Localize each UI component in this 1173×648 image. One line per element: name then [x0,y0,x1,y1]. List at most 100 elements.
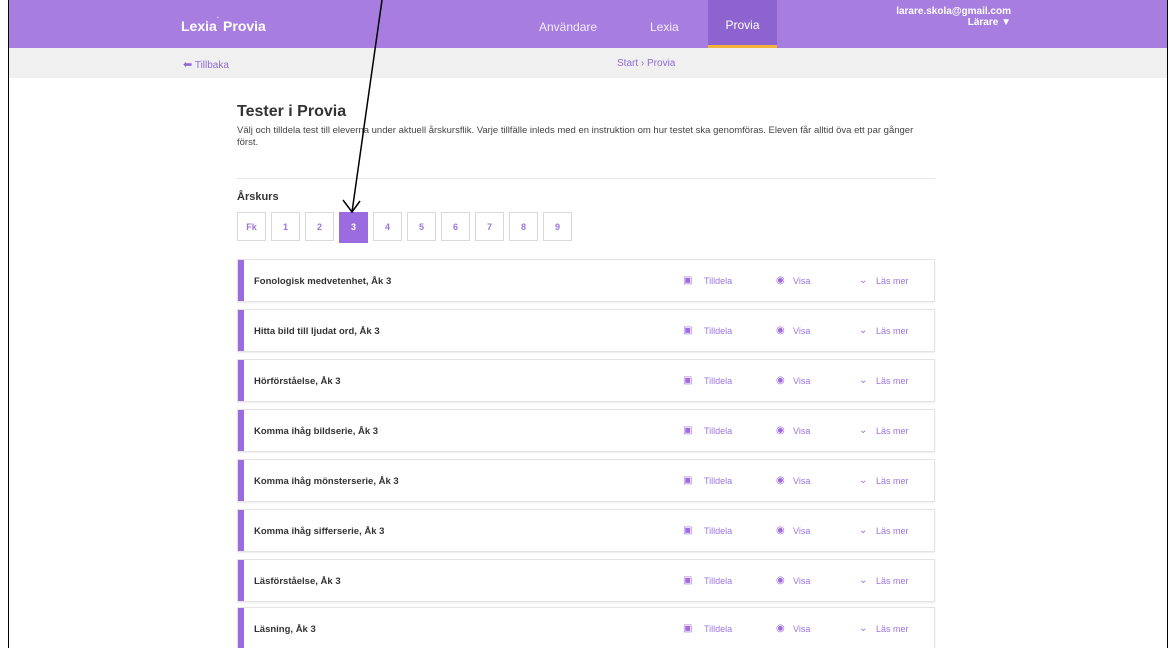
page-frame: Lexia· Provia Användare Lexia Provia lar… [8,0,1168,648]
read-more-button[interactable]: ⌄ Läs mer [859,525,909,536]
test-title: Komma ihåg mönsterserie, Åk 3 [254,476,399,487]
grade-tab-4[interactable]: 4 [373,212,402,241]
read-more-label: Läs mer [876,276,909,286]
test-row: Fonologisk medvetenhet, Åk 3 ▣ Tilldela ◉… [237,259,935,302]
logo-lexia: Lexia [181,18,217,34]
nav-item-anvandare[interactable]: Användare [539,0,597,48]
view-label: Visa [793,376,811,386]
assign-label: Tilldela [704,624,733,634]
read-more-label: Läs mer [876,624,909,634]
eye-icon: ◉ [776,275,785,286]
chevron-down-icon: ⌄ [859,325,868,336]
chevron-down-icon: ⌄ [859,525,868,536]
read-more-button[interactable]: ⌄ Läs mer [859,275,909,286]
assign-person-icon: ▣ [683,425,693,436]
top-navigation-bar: Lexia· Provia Användare Lexia Provia lar… [9,0,1167,48]
assign-label: Tilldela [704,526,733,536]
view-button[interactable]: ◉ Visa [776,325,810,336]
view-button[interactable]: ◉ Visa [776,525,811,536]
test-row: Hitta bild till ljudat ord, Åk 3 ▣ Tillde… [237,309,935,352]
app-logo[interactable]: Lexia· Provia [181,15,266,34]
view-label: Visa [793,576,811,586]
view-button[interactable]: ◉ Visa [776,575,811,586]
assign-person-icon: ▣ [683,525,693,536]
assign-button[interactable]: ▣ Tilldela [683,525,733,536]
chevron-down-icon: ⌄ [859,375,868,386]
assign-label: Tilldela [704,326,733,336]
assign-label: Tilldela [704,476,733,486]
logo-provia: Provia [223,18,266,34]
nav-label: Användare [539,20,598,34]
test-row: Komma ihåg bildserie, Åk 3 ▣ Tilldela ◉ Vi… [237,409,935,452]
assign-button[interactable]: ▣ Tilldela [683,575,732,586]
read-more-label: Läs mer [876,326,909,336]
test-row: Komma ihåg sifferserie, Åk 3 ▣ Tilldela ◉… [237,509,935,552]
grade-tab-8[interactable]: 8 [509,212,538,241]
test-title: Läsning, Åk 3 [254,624,316,635]
nav-item-lexia[interactable]: Lexia [650,0,679,48]
user-menu[interactable]: larare.skola@gmail.com Lärare ▼ [831,6,1011,28]
assign-person-icon: ▣ [683,325,693,336]
page-title: Tester i Provia [237,103,347,120]
eye-icon: ◉ [776,375,785,386]
back-link[interactable]: ⬅ Tillbaka [183,58,229,71]
grade-tab-5[interactable]: 5 [407,212,436,241]
view-button[interactable]: ◉ Visa [776,623,810,634]
test-title: Hitta bild till ljudat ord, Åk 3 [254,326,380,337]
assign-button[interactable]: ▣ Tilldela [683,375,733,386]
read-more-button[interactable]: ⌄ Läs mer [859,325,909,336]
grade-tab-2[interactable]: 2 [305,212,334,241]
eye-icon: ◉ [776,325,785,336]
read-more-button[interactable]: ⌄ Läs mer [859,425,909,436]
grade-tab-fk[interactable]: Fk [237,212,266,241]
test-row: Läsförståelse, Åk 3 ▣ Tilldela ◉ Visa ⌄ Läs… [237,559,935,602]
view-button[interactable]: ◉ Visa [776,375,811,386]
assign-button[interactable]: ▣ Tilldela [683,275,733,286]
test-title: Hörförståelse, Åk 3 [254,376,341,387]
grade-tab-3[interactable]: 3 [339,212,368,243]
read-more-label: Läs mer [876,376,909,386]
view-label: Visa [793,426,811,436]
assign-button[interactable]: ▣ Tilldela [683,325,733,336]
nav-item-provia[interactable]: Provia [708,0,777,48]
test-title: Läsförståelse, Åk 3 [254,576,341,587]
view-label: Visa [793,276,811,286]
eye-icon: ◉ [776,425,785,436]
chevron-down-icon: ⌄ [859,475,868,486]
assign-person-icon: ▣ [683,575,693,586]
read-more-button[interactable]: ⌄ Läs mer [859,575,909,586]
user-role-dropdown[interactable]: Lärare ▼ [831,17,1011,28]
view-label: Visa [793,476,811,486]
view-label: Visa [793,526,811,536]
read-more-button[interactable]: ⌄ Läs mer [859,475,909,486]
assign-button[interactable]: ▣ Tilldela [683,475,733,486]
test-row: Komma ihåg mönsterserie, Åk 3 ▣ Tilldela … [237,459,935,502]
read-more-label: Läs mer [876,426,909,436]
breadcrumb-bar: ⬅ Tillbaka Start › Provia [9,48,1167,78]
assign-button[interactable]: ▣ Tilldela [683,623,733,634]
assign-person-icon: ▣ [683,623,693,634]
assign-button[interactable]: ▣ Tilldela [683,425,733,436]
view-button[interactable]: ◉ Visa [776,275,811,286]
view-button[interactable]: ◉ Visa [776,475,811,486]
grade-tab-6[interactable]: 6 [441,212,470,241]
eye-icon: ◉ [776,623,785,634]
grade-tab-9[interactable]: 9 [543,212,572,241]
chevron-down-icon: ⌄ [859,575,868,586]
assign-label: Tilldela [704,376,733,386]
test-row: Läsning, Åk 3 ▣ Tilldela ◉ Visa ⌄ Läs mer [237,607,935,648]
user-email: larare.skola@gmail.com [896,6,1011,17]
assign-label: Tilldela [704,426,733,436]
back-arrow-icon: ⬅ [183,59,193,71]
logo-mark: · [216,15,220,23]
read-more-label: Läs mer [876,476,909,486]
test-title: Fonologisk medvetenhet, Åk 3 [254,276,392,287]
breadcrumb[interactable]: Start › Provia [617,58,675,69]
test-title: Komma ihåg bildserie, Åk 3 [254,426,379,437]
grade-tab-7[interactable]: 7 [475,212,504,241]
read-more-button[interactable]: ⌄ Läs mer [859,375,909,386]
read-more-button[interactable]: ⌄ Läs mer [859,623,909,634]
view-button[interactable]: ◉ Visa [776,425,811,436]
grade-tab-1[interactable]: 1 [271,212,300,241]
assign-label: Tilldela [704,276,733,286]
